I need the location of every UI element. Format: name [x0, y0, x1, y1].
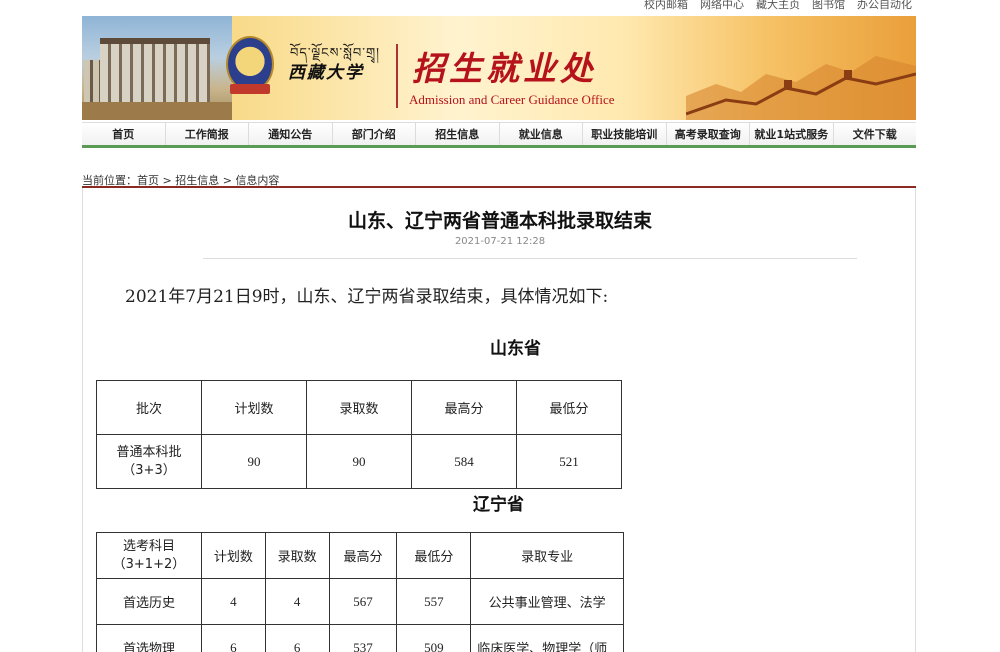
great-wall-illustration	[686, 56, 916, 120]
nav-one-stop-service[interactable]: 就业1站式服务	[750, 123, 834, 145]
table-header-cell: 计划数	[200, 532, 266, 579]
top-link-mail[interactable]: 校内邮箱	[644, 0, 688, 12]
top-link-homepage[interactable]: 藏大主页	[756, 0, 800, 12]
table-header-cell: 最低分	[396, 532, 472, 579]
banner-divider	[396, 44, 398, 108]
table-cell: 557	[396, 578, 472, 625]
shandong-table: 批次 计划数 录取数 最高分 最低分 普通本科批 （3+3） 90 90 584…	[96, 380, 622, 489]
table-cell: 509	[396, 624, 472, 652]
top-utility-bar: 校内邮箱 网络中心 藏大主页 图书馆 办公自动化	[82, 0, 916, 14]
table-header-cell: 选考科目 （3+1+2）	[96, 532, 202, 579]
table-cell: 首选物理	[96, 624, 202, 652]
nav-department[interactable]: 部门介绍	[333, 123, 416, 145]
table-cell: 537	[328, 624, 398, 652]
table-cell: 567	[328, 578, 398, 625]
office-name-zh: 招生就业处	[412, 49, 597, 88]
table-header-cell: 录取数	[264, 532, 330, 579]
table-row: 普通本科批 （3+3） 90 90 584 521	[96, 434, 622, 489]
table-cell: 90	[306, 434, 412, 489]
nav-work-briefs[interactable]: 工作简报	[166, 123, 249, 145]
table-cell: 4	[200, 578, 266, 625]
table-header-cell: 批次	[96, 380, 202, 435]
table-cell: 90	[201, 434, 307, 489]
article-panel: 山东、辽宁两省普通本科批录取结束 2021-07-21 12:28 2021年7…	[82, 188, 916, 652]
nav-employment-info[interactable]: 就业信息	[500, 123, 583, 145]
table-header-cell: 最低分	[516, 380, 622, 435]
table-row: 首选物理 6 6 537 509 临床医学、物理学（师	[96, 624, 624, 652]
table-header-cell: 计划数	[201, 380, 307, 435]
table-cell: 6	[264, 624, 330, 652]
article-title: 山东、辽宁两省普通本科批录取结束	[347, 210, 652, 232]
nav-skills-training[interactable]: 职业技能培训	[583, 123, 667, 145]
article-date: 2021-07-21 12:28	[454, 236, 546, 247]
table-cell: 6	[200, 624, 266, 652]
table-row: 首选历史 4 4 567 557 公共事业管理、法学	[96, 578, 624, 625]
nav-home[interactable]: 首页	[82, 123, 166, 145]
nav-admission-info[interactable]: 招生信息	[416, 123, 500, 145]
main-nav: 首页 工作简报 通知公告 部门介绍 招生信息 就业信息 职业技能培训 高考录取查…	[82, 122, 916, 148]
university-name: 西藏大学	[288, 63, 364, 83]
top-link-oa[interactable]: 办公自动化	[857, 0, 912, 12]
article-intro: 2021年7月21日9时，山东、辽宁两省录取结束，具体情况如下:	[125, 287, 609, 307]
top-link-library[interactable]: 图书馆	[812, 0, 845, 12]
table-header-cell: 录取数	[306, 380, 412, 435]
logo-ribbon	[230, 84, 270, 94]
page: 校内邮箱 网络中心 藏大主页 图书馆 办公自动化 བོད་ལྗོངས་སློབ་…	[0, 0, 1000, 652]
table-header-cell: 最高分	[411, 380, 517, 435]
table-cell: 首选历史	[96, 578, 202, 625]
table-header-cell: 最高分	[328, 532, 398, 579]
table-cell: 521	[516, 434, 622, 489]
table-cell: 584	[411, 434, 517, 489]
top-links: 校内邮箱 网络中心 藏大主页 图书馆 办公自动化	[644, 0, 912, 12]
table-cell: 公共事业管理、法学	[470, 578, 624, 625]
nav-notices[interactable]: 通知公告	[249, 123, 333, 145]
table-cell: 4	[264, 578, 330, 625]
header-banner: བོད་ལྗོངས་སློབ་གྲྭ། 西藏大学 招生就业处 Admission…	[82, 16, 916, 120]
table-header-row: 批次 计划数 录取数 最高分 最低分	[96, 380, 622, 435]
table-cell: 普通本科批 （3+3）	[96, 434, 202, 489]
nav-downloads[interactable]: 文件下载	[834, 123, 917, 145]
table-header-row: 选考科目 （3+1+2） 计划数 录取数 最高分 最低分 录取专业	[96, 532, 624, 579]
table-cell: 临床医学、物理学（师	[470, 624, 624, 652]
campus-building-image	[82, 16, 232, 120]
table-header-cell: 录取专业	[470, 532, 624, 579]
liaoning-table: 选考科目 （3+1+2） 计划数 录取数 最高分 最低分 录取专业 首选历史 4…	[96, 532, 624, 652]
nav-admission-query[interactable]: 高考录取查询	[667, 123, 750, 145]
liaoning-heading: 辽宁省	[473, 495, 524, 515]
top-link-network[interactable]: 网络中心	[700, 0, 744, 12]
office-name-en: Admission and Career Guidance Office	[409, 92, 615, 107]
shandong-heading: 山东省	[490, 339, 541, 359]
title-separator	[203, 258, 857, 259]
